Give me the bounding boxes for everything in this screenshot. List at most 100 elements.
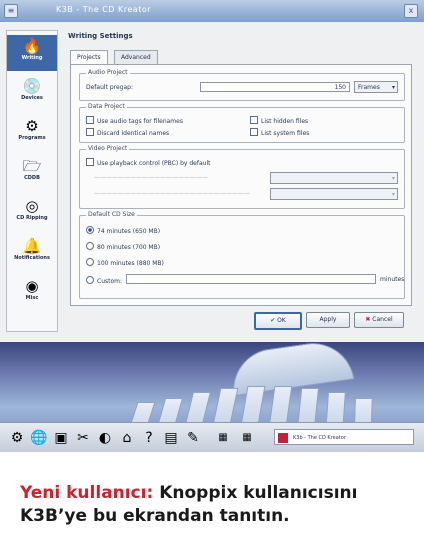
checkbox-label: List system files <box>261 130 310 137</box>
sidebar-item-devices[interactable]: 💿 Devices <box>7 75 57 111</box>
radio-label: 80 minutes (700 MB) <box>97 244 161 251</box>
pbc-timeout-select[interactable]: ▾ <box>270 172 398 184</box>
screenshot-frame: ≡ K3B - The CD Kreator x 🔥 Writing 💿 Dev… <box>0 0 424 547</box>
task-label: K3b - The CD Kreator <box>293 435 346 441</box>
data-project-group: Data Project Use audio tags for filename… <box>79 103 405 143</box>
terminal-icon[interactable]: ▣ <box>52 429 70 447</box>
sidebar-item-label: Misc <box>25 295 39 301</box>
pbc-timeout-label: ——————————————————— <box>94 174 208 181</box>
chevron-down-icon: ▾ <box>391 84 395 91</box>
chevron-down-icon: ▾ <box>391 175 395 182</box>
cd-size-custom-radio[interactable]: Custom: <box>86 276 122 285</box>
pbc-loop-select[interactable]: ▾ <box>270 188 398 200</box>
caption-block: Yeni kullanıcı: Knoppix kullanıcısını K3… <box>0 452 424 547</box>
custom-size-field[interactable] <box>126 274 376 284</box>
group-label: Data Project <box>86 103 127 110</box>
pbc-loop-label: —————————————————————————— <box>94 190 250 197</box>
caption-lead: Yeni kullanıcı: <box>20 483 154 503</box>
radio-dot <box>86 258 94 266</box>
radio-dot <box>86 242 94 250</box>
sidebar-item-label: Programs <box>18 135 46 141</box>
settings-content: Writing Settings Projects Advanced Audio… <box>64 28 416 334</box>
ok-button[interactable]: ✔ OK <box>254 312 302 330</box>
use-audio-tags-checkbox[interactable]: Use audio tags for filenames <box>86 116 183 125</box>
list-hidden-files-checkbox[interactable]: List hidden files <box>250 116 308 125</box>
window-menu-icon[interactable]: ≡ <box>4 4 18 18</box>
sidebar-item-label: CDDB <box>24 175 40 181</box>
kde-menu-icon[interactable]: ⚙ <box>8 429 26 447</box>
cd-size-74-radio[interactable]: 74 minutes (650 MB) <box>86 226 160 235</box>
apply-button[interactable]: Apply <box>306 312 350 328</box>
cd-size-80-radio[interactable]: 80 minutes (700 MB) <box>86 242 160 251</box>
default-pregap-label: Default pregap: <box>86 84 133 91</box>
desktop-pager-icon[interactable]: ▦ <box>214 429 232 447</box>
web-icon[interactable]: 🌐 <box>30 429 48 447</box>
custom-size-unit: minutes <box>380 276 405 283</box>
radio-label: 100 minutes (880 MB) <box>97 260 164 267</box>
checkbox-box <box>86 158 94 166</box>
k3b-app-icon <box>278 433 288 443</box>
checkbox-box <box>86 128 94 136</box>
notifications-icon: 🔔 <box>22 237 42 255</box>
ripping-icon: ◎ <box>25 197 39 215</box>
close-icon[interactable]: x <box>404 4 418 18</box>
default-cd-size-group: Default CD Size 74 minutes (650 MB) 80 m… <box>79 211 405 299</box>
ok-button-label: OK <box>277 317 286 324</box>
sidebar-item-label: Devices <box>21 95 43 101</box>
discard-identical-checkbox[interactable]: Discard identical names <box>86 128 169 137</box>
tools-icon[interactable]: ✂ <box>74 429 92 447</box>
konqueror-icon[interactable]: ◐ <box>96 429 114 447</box>
pregap-unit-select[interactable]: Frames ▾ <box>354 81 398 93</box>
sidebar-item-label: CD Ripping <box>16 215 48 221</box>
sidebar-item-programs[interactable]: ⚙ Programs <box>7 115 57 151</box>
use-pbc-checkbox[interactable]: Use playback control (PBC) by default <box>86 158 210 167</box>
checkbox-label: Use playback control (PBC) by default <box>97 160 211 167</box>
home-icon[interactable]: ⌂ <box>118 429 136 447</box>
burner-icon: 🔥 <box>22 37 42 55</box>
audio-project-group: Audio Project Default pregap: 150 Frames… <box>79 69 405 101</box>
checkbox-label: Use audio tags for filenames <box>97 118 183 125</box>
group-label: Default CD Size <box>86 211 137 218</box>
kde-taskbar: ⚙ 🌐 ▣ ✂ ◐ ⌂ ? ▤ ✎ ▦ ▦ K3b - The CD Kreat… <box>0 422 424 453</box>
settings-window: 🔥 Writing 💿 Devices ⚙ Programs 🗁 CDDB ◎ … <box>0 22 424 342</box>
window-title: K3B - The CD Kreator <box>56 5 152 14</box>
tab-advanced[interactable]: Advanced <box>114 50 158 65</box>
cddb-icon: 🗁 <box>22 157 42 175</box>
sidebar-item-label: Writing <box>21 55 43 61</box>
misc-icon: ◉ <box>25 277 39 295</box>
sidebar-item-misc[interactable]: ◉ Misc <box>7 275 57 311</box>
tab-projects[interactable]: Projects <box>70 50 108 65</box>
checkbox-label: List hidden files <box>261 118 309 125</box>
caption-text: Yeni kullanıcı: Knoppix kullanıcısını K3… <box>20 482 410 528</box>
list-system-files-checkbox[interactable]: List system files <box>250 128 309 137</box>
sidebar-item-label: Notifications <box>14 255 50 261</box>
taskbar-task-k3b[interactable]: K3b - The CD Kreator <box>274 429 414 445</box>
desktop-pager-icon[interactable]: ▦ <box>238 429 256 447</box>
checkbox-box <box>250 116 258 124</box>
radio-label: Custom: <box>97 278 123 285</box>
programs-icon: ⚙ <box>25 117 39 135</box>
chevron-down-icon: ▾ <box>391 191 395 198</box>
cancel-button[interactable]: ✖ Cancel <box>354 312 404 328</box>
settings-sidebar: 🔥 Writing 💿 Devices ⚙ Programs 🗁 CDDB ◎ … <box>6 30 58 332</box>
sidebar-item-cddb[interactable]: 🗁 CDDB <box>7 155 57 191</box>
devices-icon: 💿 <box>22 77 42 95</box>
pregap-unit-value: Frames <box>358 84 380 91</box>
radio-dot <box>86 226 94 234</box>
sidebar-item-cd-ripping[interactable]: ◎ CD Ripping <box>7 195 57 231</box>
checkbox-box <box>86 116 94 124</box>
help-icon[interactable]: ? <box>140 429 158 447</box>
checkbox-label: Discard identical names <box>97 130 170 137</box>
sidebar-item-writing[interactable]: 🔥 Writing <box>7 35 57 71</box>
radio-label: 74 minutes (650 MB) <box>97 228 161 235</box>
group-label: Video Project <box>86 145 130 152</box>
cancel-button-label: Cancel <box>372 316 393 323</box>
group-label: Audio Project <box>86 69 130 76</box>
chart-icon[interactable]: ✎ <box>184 429 202 447</box>
office-icon[interactable]: ▤ <box>162 429 180 447</box>
projects-panel: Audio Project Default pregap: 150 Frames… <box>70 64 412 306</box>
cd-size-100-radio[interactable]: 100 minutes (880 MB) <box>86 258 164 267</box>
window-titlebar[interactable]: ≡ K3B - The CD Kreator x <box>0 0 424 23</box>
default-pregap-field[interactable]: 150 <box>200 82 350 92</box>
sidebar-item-notifications[interactable]: 🔔 Notifications <box>7 235 57 271</box>
